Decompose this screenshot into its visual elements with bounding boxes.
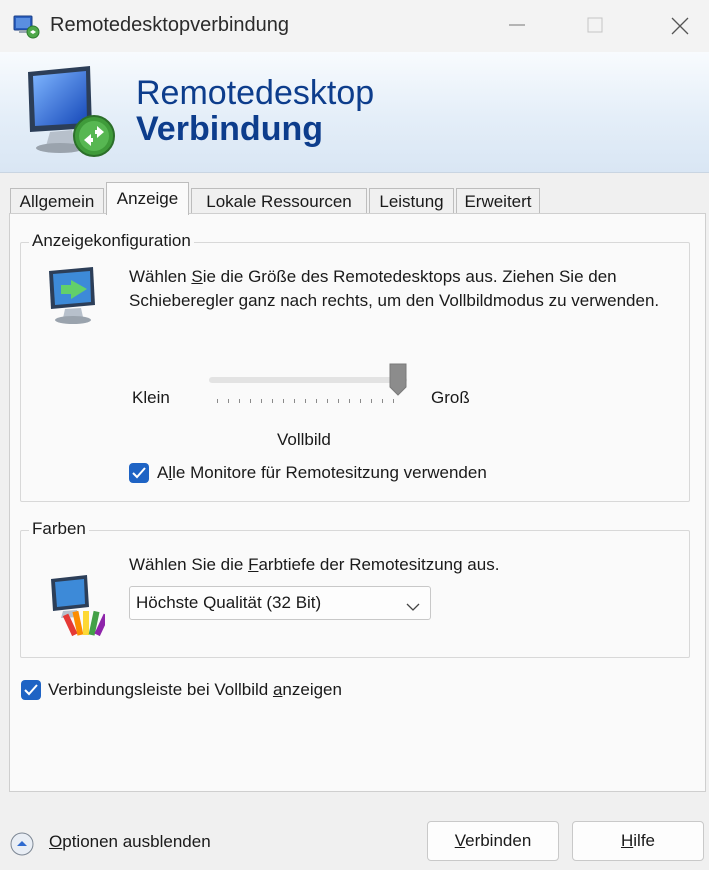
- minimize-icon: [509, 24, 525, 26]
- tab-panel-anzeige: Anzeigekonfiguration Wählen Sie die Größ…: [9, 213, 706, 792]
- maximize-icon: [587, 17, 603, 33]
- window-title: Remotedesktopverbindung: [50, 14, 290, 36]
- display-config-group: Anzeigekonfiguration Wählen Sie die Größ…: [20, 231, 690, 502]
- all-monitors-label: Alle Monitore für Remotesitzung verwende…: [157, 463, 487, 482]
- collapse-options-icon[interactable]: [10, 832, 34, 856]
- slider-ticks: [217, 399, 397, 403]
- slider-min-label: Klein: [132, 388, 170, 407]
- maximize-button[interactable]: [566, 0, 624, 52]
- color-depth-select[interactable]: Höchste Qualität (32 Bit): [129, 586, 431, 620]
- connection-bar-label: Verbindungsleiste bei Vollbild anzeigen: [48, 680, 342, 699]
- connect-button[interactable]: Verbinden: [427, 821, 559, 861]
- hide-options-link[interactable]: Optionen ausblenden: [49, 832, 211, 852]
- remote-desktop-logo-icon: [20, 62, 130, 162]
- monitor-resize-icon: [47, 265, 103, 330]
- chevron-down-icon: [406, 599, 420, 617]
- slider-thumb-icon: [389, 363, 407, 396]
- checkmark-icon: [132, 467, 146, 479]
- tab-leistung[interactable]: Leistung: [369, 188, 454, 214]
- help-button[interactable]: Hilfe: [572, 821, 704, 861]
- display-size-slider-track[interactable]: [209, 377, 407, 383]
- tab-anzeige[interactable]: Anzeige: [106, 182, 189, 215]
- close-button[interactable]: [650, 0, 708, 52]
- colors-description: Wählen Sie die Farbtiefe der Remotesitzu…: [129, 555, 500, 574]
- color-depth-icon: [49, 573, 110, 642]
- checkmark-icon: [24, 684, 38, 696]
- all-monitors-checkbox[interactable]: [129, 463, 149, 483]
- display-config-description: Wählen Sie die Größe des Remotedesktops …: [129, 267, 660, 310]
- color-depth-selected-value: Höchste Qualität (32 Bit): [136, 593, 322, 612]
- close-icon: [671, 17, 689, 35]
- slider-max-label: Groß: [431, 388, 470, 407]
- tab-lokale-ressourcen[interactable]: Lokale Ressourcen: [191, 188, 367, 214]
- slider-value-label: Vollbild: [277, 430, 331, 449]
- header-banner: Remotedesktop Verbindung: [0, 52, 709, 173]
- minimize-button[interactable]: [488, 0, 546, 52]
- display-size-slider-thumb[interactable]: [388, 363, 408, 402]
- remote-desktop-app-icon: [13, 14, 41, 40]
- banner-title-line2: Verbindung: [136, 110, 323, 148]
- colors-legend: Farben: [29, 519, 89, 539]
- title-bar: Remotedesktopverbindung: [0, 0, 709, 52]
- connection-bar-checkbox[interactable]: [21, 680, 41, 700]
- banner-title-line1: Remotedesktop: [136, 74, 375, 112]
- colors-group: Farben Wählen Sie die Farbtiefe der Remo…: [20, 519, 690, 658]
- tab-erweitert[interactable]: Erweitert: [456, 188, 540, 214]
- display-config-legend: Anzeigekonfiguration: [29, 231, 194, 251]
- tab-allgemein[interactable]: Allgemein: [10, 188, 104, 214]
